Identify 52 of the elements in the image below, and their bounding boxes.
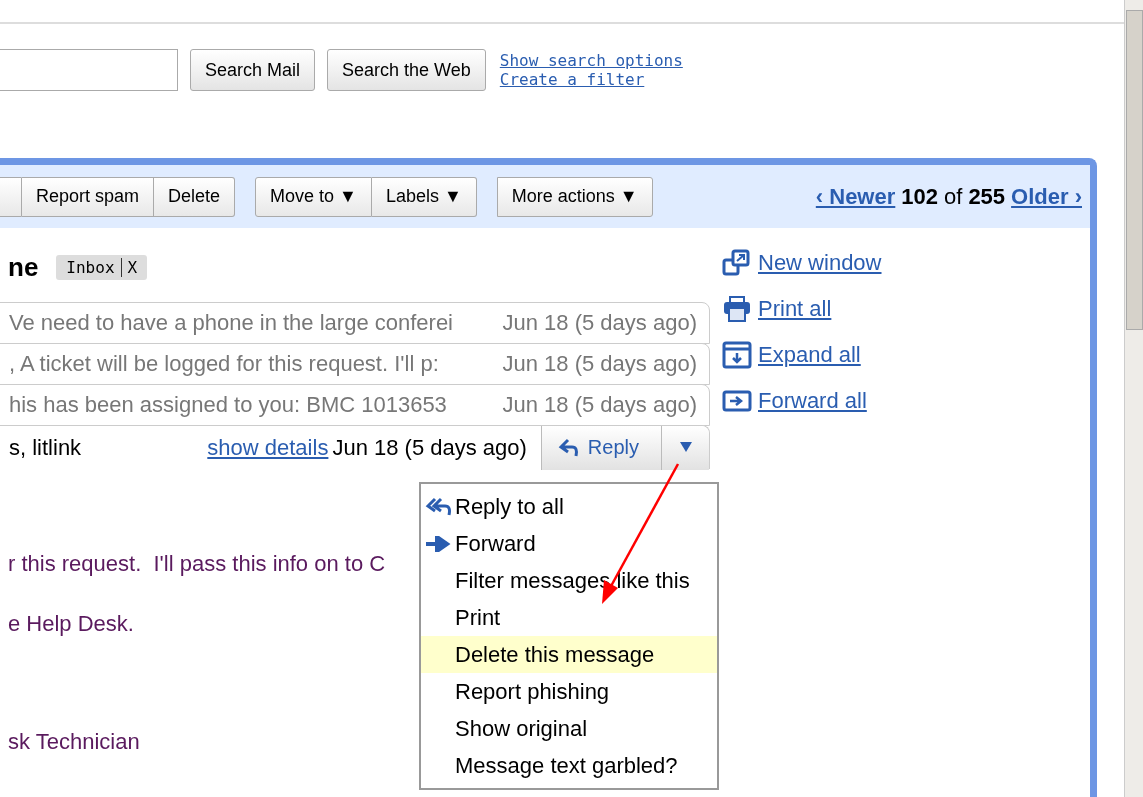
- toolbar-button[interactable]: [0, 176, 22, 217]
- position-text: 102: [901, 183, 938, 210]
- inbox-label[interactable]: Inbox X: [56, 255, 148, 280]
- search-link[interactable]: Create a filter: [499, 70, 683, 89]
- search-button[interactable]: Search Mail: [190, 49, 316, 91]
- printer-icon: [722, 294, 752, 324]
- message-date: Jun 18 (5 days ago): [502, 310, 698, 336]
- older-link[interactable]: Older ›: [1011, 183, 1082, 210]
- recipients-text: s, litlink: [9, 434, 83, 461]
- search-link[interactable]: Show search options: [499, 51, 683, 70]
- menu-item[interactable]: Show original: [421, 710, 717, 747]
- message-date: Jun 18 (5 days ago): [502, 392, 698, 418]
- reply-menu-dropdown[interactable]: [661, 425, 709, 470]
- search-button[interactable]: Search the Web: [327, 49, 486, 91]
- dropdown-icon: [678, 441, 693, 453]
- of-text: of: [944, 183, 963, 210]
- message-snippet: his has been assigned to you: BMC 1013653: [9, 392, 448, 418]
- message-text: r this request. I'll pass this info on to C: [8, 551, 386, 577]
- menu-item[interactable]: Forward: [421, 525, 717, 562]
- toolbar-button[interactable]: Delete: [154, 176, 236, 217]
- subject-text: ne: [8, 252, 39, 283]
- total-text: 255: [968, 183, 1006, 210]
- new-window-icon: [722, 248, 752, 278]
- right-arrow-icon: [425, 535, 451, 552]
- menu-item[interactable]: Print: [421, 599, 717, 636]
- reply-button[interactable]: Reply: [540, 425, 661, 470]
- message-text: e Help Desk.: [8, 611, 134, 637]
- message-text: sk Technician: [8, 729, 140, 755]
- message-row[interactable]: Ve need to have a phone in the large conferei Jun 18 (5 days ago): [0, 302, 710, 344]
- show-details-link[interactable]: show details: [207, 434, 329, 461]
- menu-item[interactable]: Message text garbled?: [421, 747, 717, 784]
- menu-item[interactable]: Filter messages like this: [421, 562, 717, 599]
- toolbar-button[interactable]: Labels ▼: [371, 176, 477, 217]
- reply-all-icon: [425, 496, 453, 517]
- message-date: Jun 18 (5 days ago): [502, 351, 698, 377]
- toolbar-button[interactable]: Report spam: [22, 176, 155, 217]
- action-link[interactable]: New window: [758, 250, 882, 276]
- message-date: Jun 18 (5 days ago): [332, 434, 528, 461]
- action-link[interactable]: Expand all: [758, 342, 861, 368]
- message-snippet: , A ticket will be logged for this request. I'll p:: [9, 351, 440, 377]
- action-link[interactable]: Forward all: [758, 388, 867, 414]
- menu-item[interactable]: Report phishing: [421, 673, 717, 710]
- menu-item[interactable]: Reply to all: [421, 488, 717, 525]
- expand-icon: [722, 340, 752, 370]
- menu-item[interactable]: Delete this message: [421, 636, 717, 673]
- search-field[interactable]: [0, 49, 178, 91]
- toolbar-button[interactable]: More actions ▼: [496, 176, 653, 217]
- newer-link[interactable]: ‹ Newer: [815, 183, 896, 210]
- toolbar-button[interactable]: Move to ▼: [255, 176, 372, 217]
- remove-label[interactable]: X: [120, 258, 138, 277]
- message-snippet: Ve need to have a phone in the large conferei: [9, 310, 454, 336]
- action-link[interactable]: Print all: [758, 296, 832, 322]
